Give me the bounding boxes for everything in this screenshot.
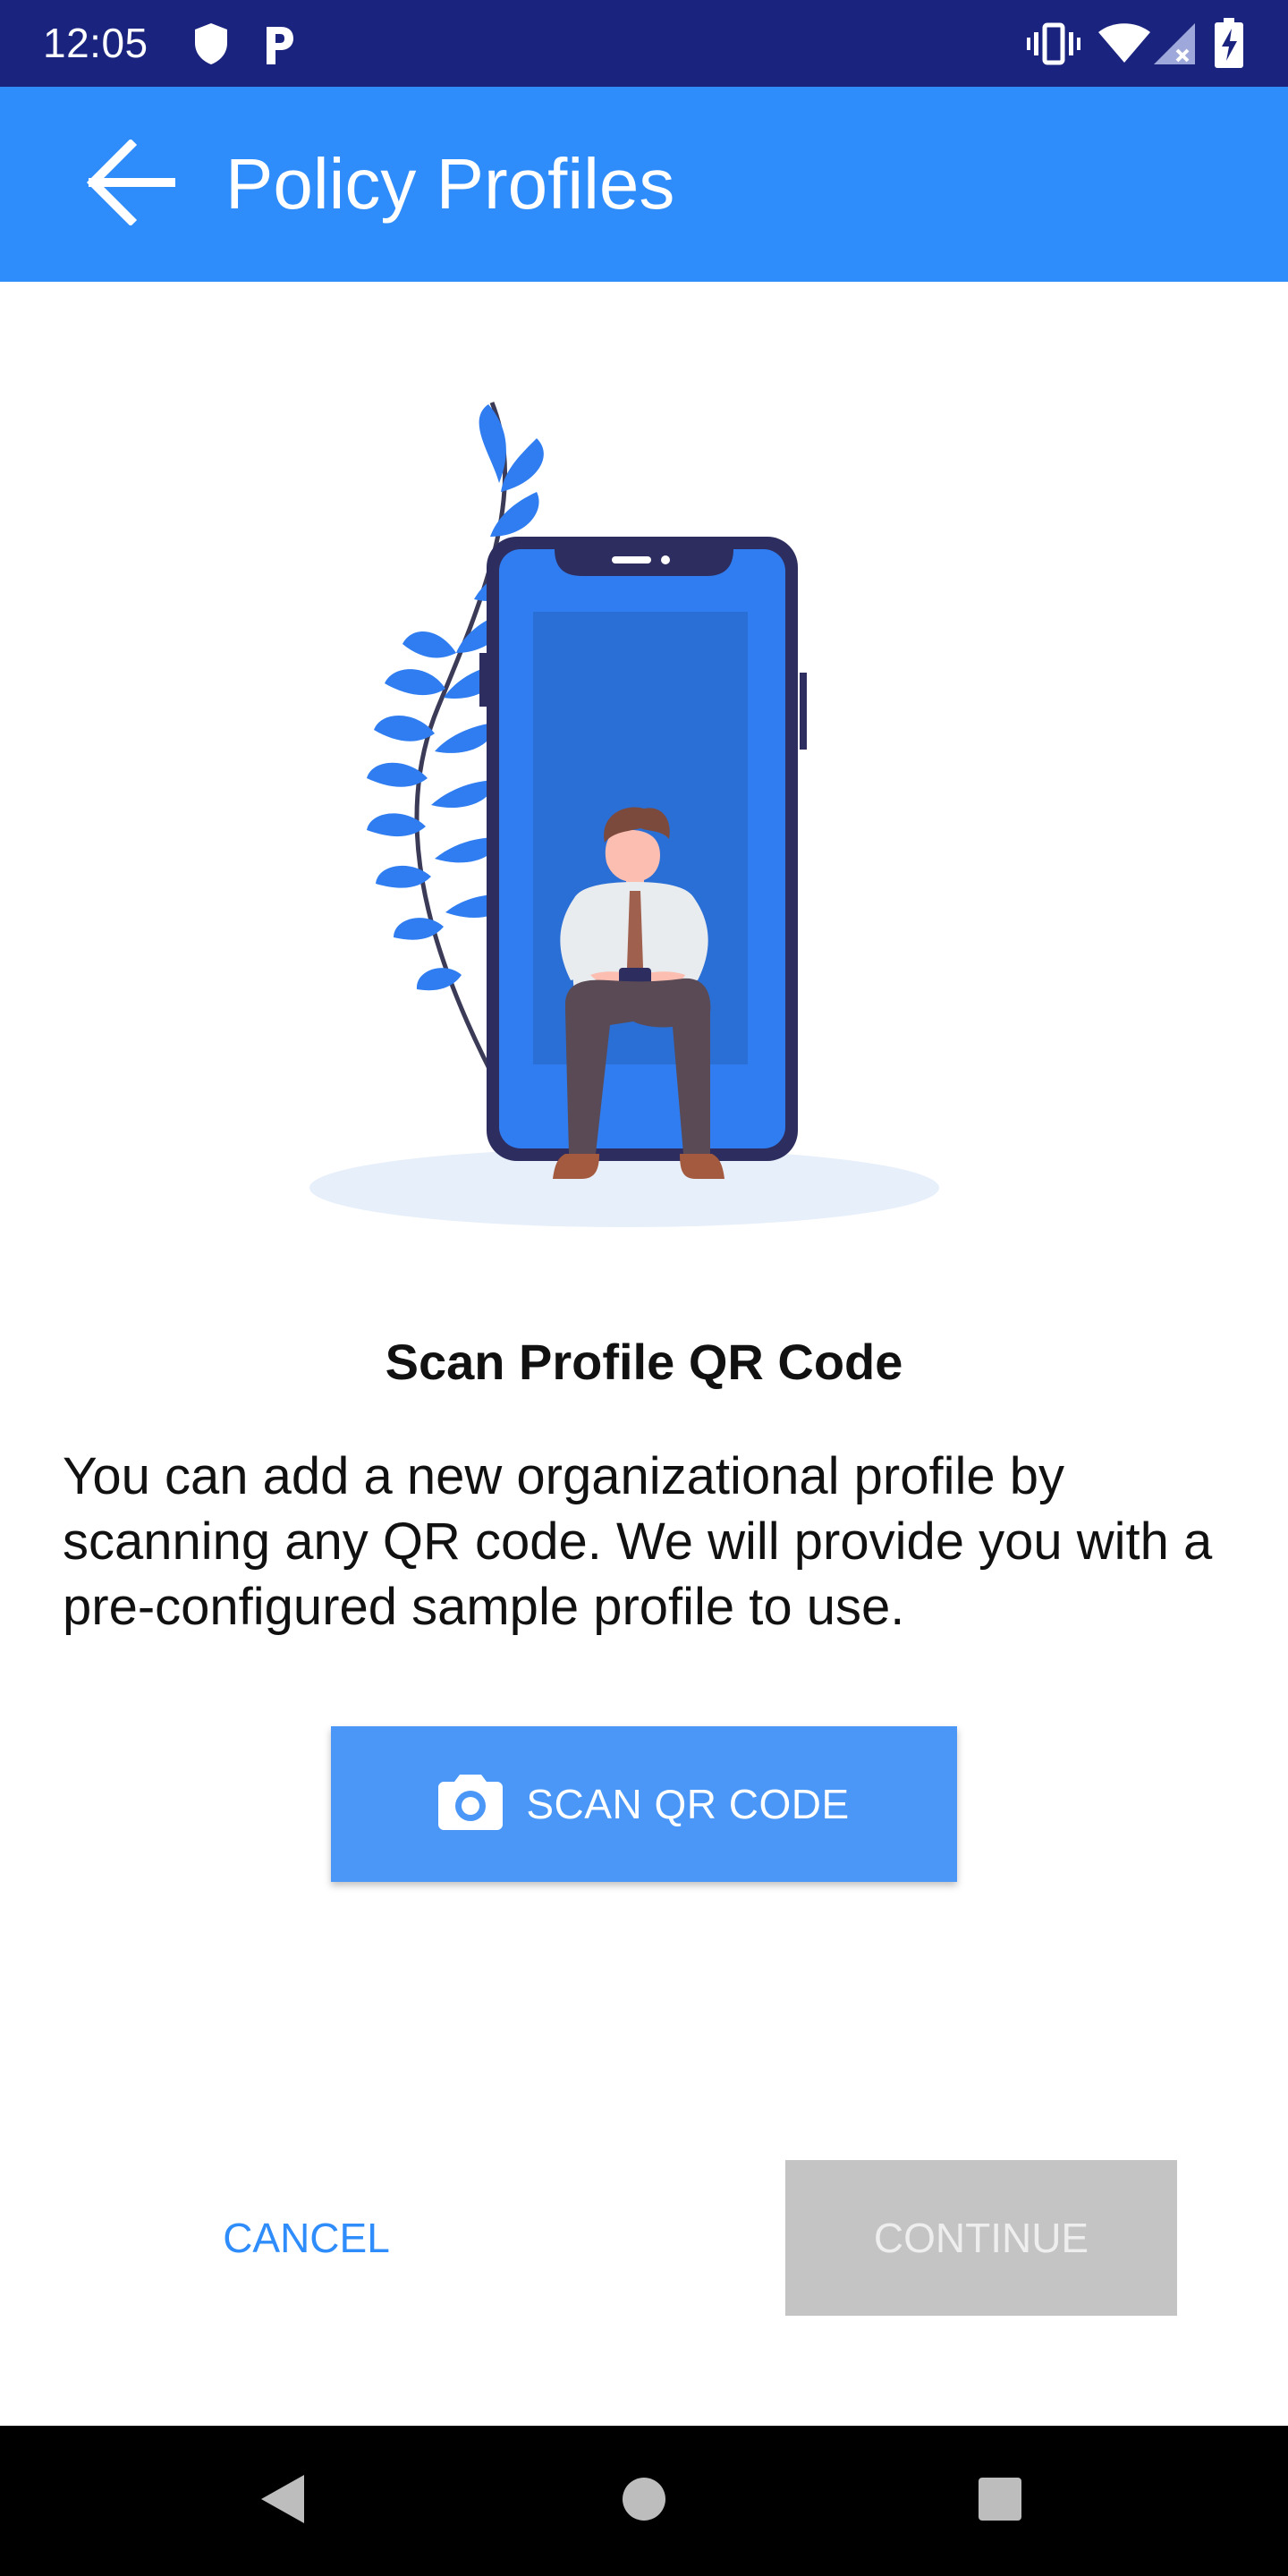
- continue-button[interactable]: CONTINUE: [785, 2160, 1177, 2316]
- camera-icon: [438, 1774, 504, 1835]
- wifi-icon: [1098, 23, 1150, 67]
- status-bar: 12:05: [0, 0, 1288, 87]
- back-triangle-icon: [258, 2471, 308, 2531]
- status-time: 12:05: [43, 20, 148, 66]
- back-button[interactable]: [64, 128, 197, 241]
- vibrate-icon: [1027, 21, 1080, 71]
- battery-charging-icon: [1215, 18, 1243, 72]
- phone-person-illustration: [286, 385, 966, 1243]
- arrow-left-icon: [86, 138, 176, 230]
- section-headline: Scan Profile QR Code: [385, 1334, 903, 1390]
- description-text: You can add a new organizational profile…: [63, 1447, 1213, 1636]
- cancel-button[interactable]: CANCEL: [179, 2160, 434, 2316]
- scan-qr-code-label: SCAN QR CODE: [526, 1781, 850, 1827]
- shield-icon: [191, 21, 231, 71]
- recents-square-icon: [977, 2476, 1023, 2527]
- nav-home-button[interactable]: [599, 2456, 689, 2546]
- system-navigation-bar: [0, 2426, 1288, 2576]
- nav-back-button[interactable]: [238, 2456, 327, 2546]
- no-signal-icon: [1154, 23, 1197, 69]
- page-title: Policy Profiles: [225, 144, 675, 224]
- nav-recents-button[interactable]: [955, 2456, 1045, 2546]
- p-app-icon: [261, 21, 297, 71]
- scan-qr-code-button[interactable]: SCAN QR CODE: [331, 1726, 957, 1882]
- home-circle-icon: [621, 2476, 667, 2527]
- app-bar: Policy Profiles: [0, 87, 1288, 282]
